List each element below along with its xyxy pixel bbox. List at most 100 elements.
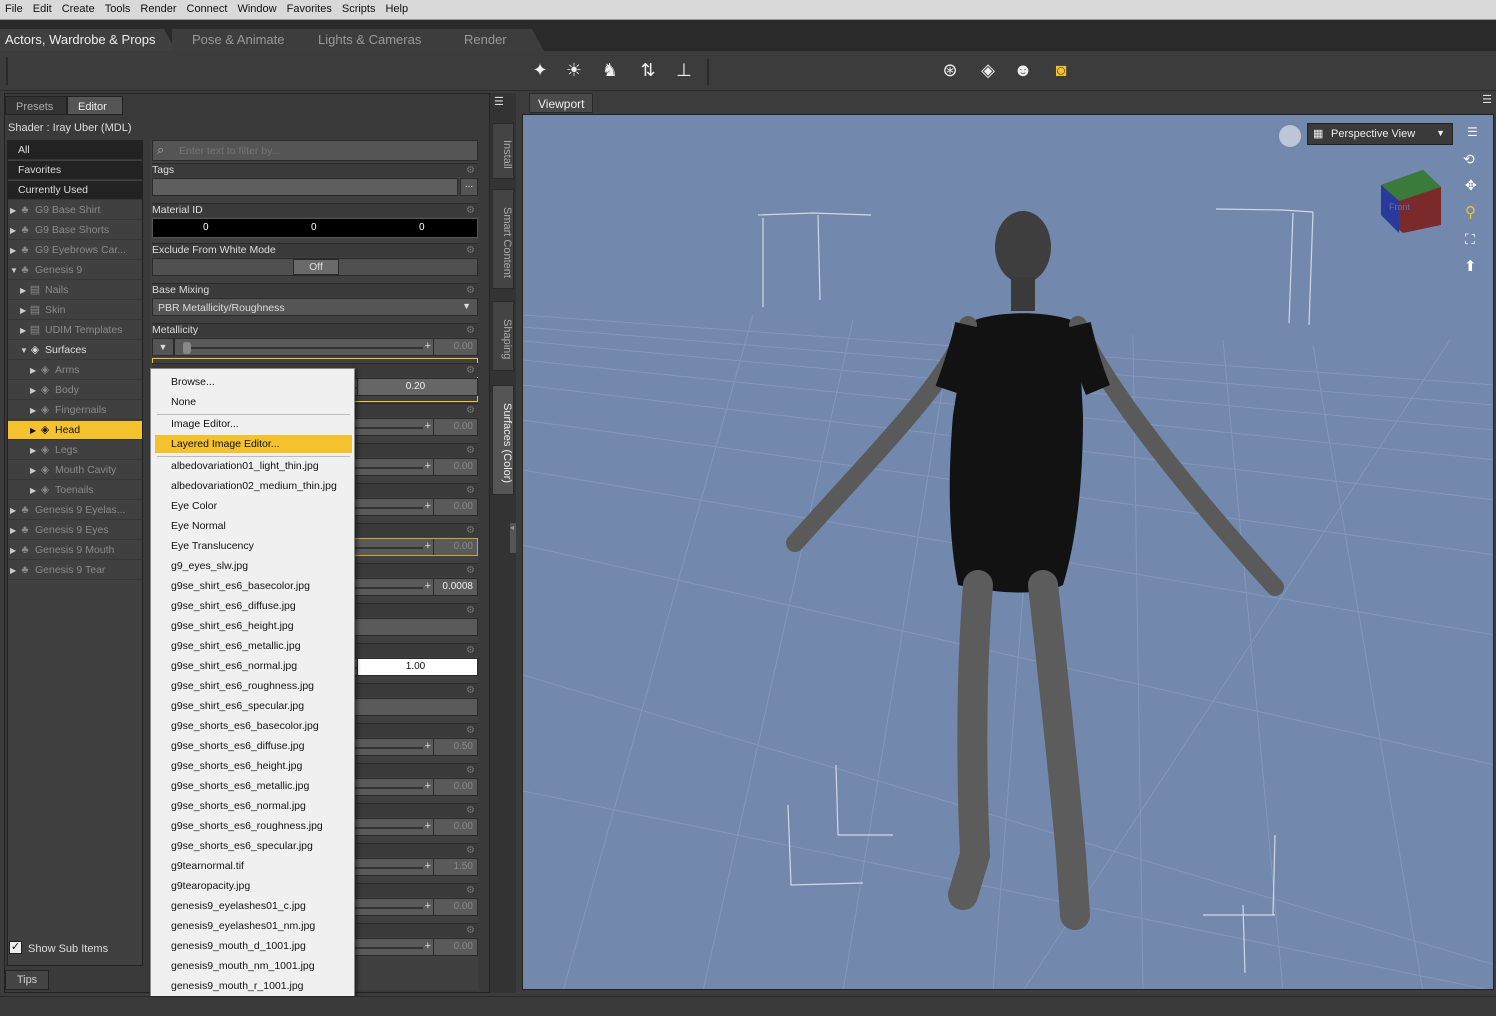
material-id-b[interactable]: 0: [419, 222, 425, 233]
plus-icon[interactable]: +: [425, 780, 431, 792]
plus-icon[interactable]: +: [425, 580, 431, 592]
tree-item-currently-used[interactable]: Currently Used: [8, 181, 142, 200]
expand-icon[interactable]: ▶: [30, 481, 38, 499]
gear-icon[interactable]: ⚙: [466, 685, 475, 696]
dropdown-item-g9se-shorts-es6-basecolor-jpg[interactable]: g9se_shorts_es6_basecolor.jpg: [155, 717, 352, 735]
expand-icon[interactable]: ▶: [20, 281, 28, 299]
property-value[interactable]: 0.00: [433, 939, 477, 955]
tree-item-genesis-9-tear[interactable]: ▶ ♣ Genesis 9 Tear: [8, 561, 142, 580]
viewport-menu-icon[interactable]: ☰: [1467, 125, 1478, 139]
dropdown-item-g9se-shorts-es6-height-jpg[interactable]: g9se_shorts_es6_height.jpg: [155, 757, 352, 775]
menu-item-tools[interactable]: Tools: [100, 0, 136, 15]
gear-icon[interactable]: ⚙: [466, 885, 475, 896]
dropdown-item-g9se-shorts-es6-roughness-jpg[interactable]: g9se_shorts_es6_roughness.jpg: [155, 817, 352, 835]
dropdown-item-image-editor[interactable]: Image Editor...: [155, 415, 352, 433]
frame-icon[interactable]: ⛶: [1465, 231, 1475, 248]
filter-box[interactable]: ⌕: [152, 140, 478, 161]
environment-icon[interactable]: ☀: [561, 57, 587, 83]
property-value[interactable]: 0.00: [433, 459, 477, 475]
gear-icon[interactable]: ⚙: [466, 485, 475, 496]
property-value[interactable]: 0.00: [433, 779, 477, 795]
dropdown-item-genesis9-eyelashes01-c-jpg[interactable]: genesis9_eyelashes01_c.jpg: [155, 897, 352, 915]
tab-surfaces-color[interactable]: Surfaces (Color): [492, 385, 514, 495]
property-value[interactable]: 0.50: [433, 739, 477, 755]
expand-icon[interactable]: ▶: [30, 401, 38, 419]
tree-item-body[interactable]: ▶ ◈ Body: [8, 381, 142, 400]
dropdown-item-g9se-shirt-es6-metallic-jpg[interactable]: g9se_shirt_es6_metallic.jpg: [155, 637, 352, 655]
tree-item-head[interactable]: ▶ ◈ Head: [8, 421, 142, 440]
dropdown-item-genesis9-eyelashes01-nm-jpg[interactable]: genesis9_eyelashes01_nm.jpg: [155, 917, 352, 935]
dropdown-item-genesis9-mouth-r-1001-jpg[interactable]: genesis9_mouth_r_1001.jpg: [155, 977, 352, 995]
tree-item-arms[interactable]: ▶ ◈ Arms: [8, 361, 142, 380]
draw-style-icon[interactable]: [1279, 125, 1301, 147]
base-mixing-select[interactable]: PBR Metallicity/Roughness ▼: [152, 298, 478, 316]
dropdown-item-g9se-shorts-es6-diffuse-jpg[interactable]: g9se_shorts_es6_diffuse.jpg: [155, 737, 352, 755]
dropdown-item-g9se-shorts-es6-metallic-jpg[interactable]: g9se_shorts_es6_metallic.jpg: [155, 777, 352, 795]
menu-item-edit[interactable]: Edit: [28, 0, 57, 15]
dropdown-item-g9se-shorts-es6-normal-jpg[interactable]: g9se_shorts_es6_normal.jpg: [155, 797, 352, 815]
tab-tips[interactable]: Tips: [5, 970, 49, 990]
scene-builder-icon[interactable]: ⊥: [671, 57, 697, 83]
tab-shaping[interactable]: Shaping: [492, 301, 514, 371]
dropdown-item-genesis9-mouth-d-1001-jpg[interactable]: genesis9_mouth_d_1001.jpg: [155, 937, 352, 955]
collapse-icon[interactable]: ▼: [10, 261, 18, 279]
metallicity-slider[interactable]: + 0.00: [174, 338, 478, 356]
dropdown-item-none[interactable]: None: [155, 393, 352, 411]
tab-smart-content[interactable]: Smart Content: [492, 189, 514, 289]
tab-install[interactable]: Install: [492, 123, 514, 179]
metallicity-value[interactable]: 0.00: [433, 339, 477, 355]
dropdown-item-g9se-shirt-es6-normal-jpg[interactable]: g9se_shirt_es6_normal.jpg: [155, 657, 352, 675]
gear-icon[interactable]: ⚙: [466, 565, 475, 576]
menu-item-favorites[interactable]: Favorites: [282, 0, 337, 15]
plus-icon[interactable]: +: [425, 460, 431, 472]
reset-view-icon[interactable]: ⬆: [1464, 257, 1477, 275]
tree-item-g9-eyebrows-car[interactable]: ▶ ♣ G9 Eyebrows Car...: [8, 241, 142, 260]
property-value[interactable]: 0.00: [433, 819, 477, 835]
gear-icon[interactable]: ⚙: [466, 765, 475, 776]
universal-tool-icon[interactable]: ⊛: [937, 57, 963, 83]
plus-icon[interactable]: +: [425, 340, 431, 352]
toggle-off[interactable]: Off: [293, 259, 339, 275]
gear-icon[interactable]: ⚙: [466, 405, 475, 416]
property-value[interactable]: 0.00: [433, 899, 477, 915]
plus-icon[interactable]: +: [425, 420, 431, 432]
gear-icon[interactable]: ⚙: [466, 445, 475, 456]
tree-item-nails[interactable]: ▶ ▤ Nails: [8, 281, 142, 300]
expand-icon[interactable]: ▶: [10, 521, 18, 539]
property-value[interactable]: 0.00: [433, 499, 477, 515]
property-value[interactable]: 0.00: [433, 419, 477, 435]
gear-icon[interactable]: ⚙: [466, 205, 475, 216]
material-id-fields[interactable]: 0 0 0: [152, 218, 478, 238]
tree-item-g9-base-shirt[interactable]: ▶ ♣ G9 Base Shirt: [8, 201, 142, 220]
gear-icon[interactable]: ⚙: [466, 845, 475, 856]
menu-item-file[interactable]: File: [0, 0, 28, 15]
plus-icon[interactable]: +: [425, 820, 431, 832]
expand-icon[interactable]: ▶: [30, 421, 38, 439]
gear-icon[interactable]: ⚙: [466, 645, 475, 656]
tab-viewport[interactable]: Viewport: [529, 93, 593, 113]
zoom-icon[interactable]: ⚲: [1465, 203, 1476, 221]
slider-handle[interactable]: [183, 342, 191, 354]
tree-item-genesis-9-eyes[interactable]: ▶ ♣ Genesis 9 Eyes: [8, 521, 142, 540]
dropdown-item-g9se-shirt-es6-specular-jpg[interactable]: g9se_shirt_es6_specular.jpg: [155, 697, 352, 715]
gear-icon[interactable]: ⚙: [466, 725, 475, 736]
tab-presets[interactable]: Presets: [5, 96, 67, 115]
menu-item-scripts[interactable]: Scripts: [337, 0, 381, 15]
transfer-utility-icon[interactable]: ⇅: [635, 57, 661, 83]
show-sub-items-checkbox[interactable]: ✓: [9, 941, 22, 954]
menu-item-window[interactable]: Window: [232, 0, 281, 15]
menu-item-help[interactable]: Help: [380, 0, 413, 15]
pan-icon[interactable]: ✥: [1465, 177, 1477, 194]
dropdown-item-g9se-shorts-es6-specular-jpg[interactable]: g9se_shorts_es6_specular.jpg: [155, 837, 352, 855]
gear-icon[interactable]: ⚙: [466, 605, 475, 616]
dropdown-item-g9se-shirt-es6-basecolor-jpg[interactable]: g9se_shirt_es6_basecolor.jpg: [155, 577, 352, 595]
dropdown-item-g9se-shirt-es6-roughness-jpg[interactable]: g9se_shirt_es6_roughness.jpg: [155, 677, 352, 695]
material-id-g[interactable]: 0: [311, 222, 317, 233]
dropdown-item-albedovariation01-light-thin-jpg[interactable]: albedovariation01_light_thin.jpg: [155, 457, 352, 475]
tab-render[interactable]: Render: [436, 29, 544, 51]
node-selection-icon[interactable]: ☻: [1010, 57, 1036, 83]
tab-editor[interactable]: Editor: [67, 96, 123, 115]
tree-item-surfaces[interactable]: ▼ ◈ Surfaces: [8, 341, 142, 360]
gear-icon[interactable]: ⚙: [466, 285, 475, 296]
tree-item-genesis-9-eyelas[interactable]: ▶ ♣ Genesis 9 Eyelas...: [8, 501, 142, 520]
